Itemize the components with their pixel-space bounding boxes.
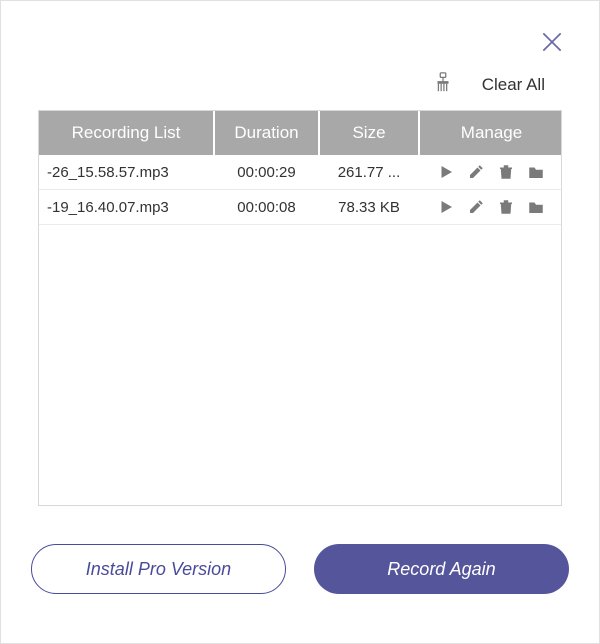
- edit-icon[interactable]: [467, 198, 485, 216]
- trash-icon[interactable]: [497, 198, 515, 216]
- col-header-name: Recording List: [39, 111, 214, 155]
- toolbar: Clear All: [31, 71, 569, 98]
- col-header-duration: Duration: [214, 111, 319, 155]
- cell-duration: 00:00:08: [214, 190, 319, 225]
- cell-manage: [419, 190, 562, 225]
- install-pro-button[interactable]: Install Pro Version: [31, 544, 286, 594]
- cell-size: 261.77 ...: [319, 155, 419, 190]
- recording-list-window: Clear All Recording List Duration Size M…: [0, 0, 600, 644]
- trash-icon[interactable]: [497, 163, 515, 181]
- cell-name: -26_15.58.57.mp3: [39, 155, 214, 190]
- play-icon[interactable]: [437, 163, 455, 181]
- record-again-button[interactable]: Record Again: [314, 544, 569, 594]
- table-row: -19_16.40.07.mp300:00:0878.33 KB: [39, 190, 562, 225]
- close-button[interactable]: [539, 29, 565, 60]
- clear-all-button[interactable]: Clear All: [482, 75, 545, 95]
- bottom-button-bar: Install Pro Version Record Again: [31, 544, 569, 594]
- col-header-manage: Manage: [419, 111, 562, 155]
- col-header-size: Size: [319, 111, 419, 155]
- folder-icon[interactable]: [527, 163, 545, 181]
- cell-size: 78.33 KB: [319, 190, 419, 225]
- edit-icon[interactable]: [467, 163, 485, 181]
- close-icon: [539, 42, 565, 59]
- cell-manage: [419, 155, 562, 190]
- cell-duration: 00:00:29: [214, 155, 319, 190]
- recording-table: Recording List Duration Size Manage -26_…: [39, 111, 562, 225]
- play-icon[interactable]: [437, 198, 455, 216]
- recording-table-container: Recording List Duration Size Manage -26_…: [38, 110, 562, 506]
- cell-name: -19_16.40.07.mp3: [39, 190, 214, 225]
- brush-icon[interactable]: [432, 71, 454, 98]
- folder-icon[interactable]: [527, 198, 545, 216]
- table-row: -26_15.58.57.mp300:00:29261.77 ...: [39, 155, 562, 190]
